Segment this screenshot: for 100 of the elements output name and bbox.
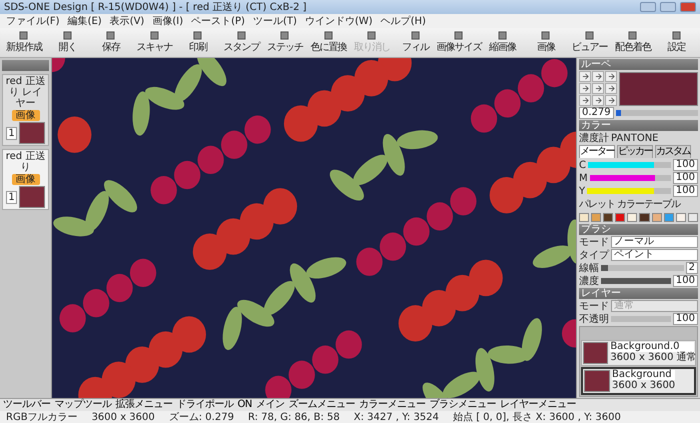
nav-button[interactable] (605, 95, 617, 106)
color-swatch[interactable] (664, 212, 674, 222)
bottom-toolbar-button[interactable]: ツールバー (3, 400, 50, 410)
toolbar-button[interactable]: 画像サイズ (437, 28, 480, 57)
menu-item[interactable]: 画像(I) (152, 14, 184, 28)
nav-button[interactable] (592, 95, 604, 106)
color-swatch[interactable] (639, 212, 650, 222)
color-swatch[interactable] (591, 212, 602, 222)
channel-label: C (579, 160, 586, 170)
field-label: 不透明 (579, 314, 609, 324)
toolbar-button[interactable]: 印刷 (176, 28, 220, 57)
document-card[interactable]: red 正送り 画像 1 (2, 149, 49, 210)
brush-slider-fill[interactable] (601, 278, 671, 284)
arrow-icon (582, 85, 588, 92)
toolbar-button[interactable]: 新規作成 (2, 28, 46, 57)
nav-button[interactable] (592, 83, 604, 94)
bottom-toolbar-button[interactable]: マップツール (54, 400, 112, 410)
zoom-field[interactable]: 0.279 (579, 107, 614, 119)
bottom-toolbar-button[interactable]: ズームメニュー (288, 400, 355, 410)
field-label: モード (579, 300, 609, 312)
arrow-icon (608, 73, 614, 80)
value-field[interactable]: 100 (672, 313, 698, 325)
densitometer-label[interactable]: 濃度計 (579, 132, 609, 144)
toolbar-button[interactable]: スキャナ (132, 28, 176, 57)
square-icon (193, 31, 202, 40)
color-tab[interactable]: メーター (579, 145, 615, 158)
channel-value-field[interactable]: 100 (672, 185, 698, 197)
channel-value-field[interactable]: 100 (672, 159, 698, 171)
nav-button[interactable] (605, 83, 617, 94)
layer-name: Background (612, 370, 676, 380)
nav-button[interactable] (579, 71, 591, 82)
toolbar-button[interactable]: 保存 (89, 28, 132, 57)
color-table-label[interactable]: カラーテーブル (617, 198, 680, 210)
palette-label[interactable]: パレット (579, 198, 615, 210)
color-swatch[interactable] (579, 212, 590, 222)
color-swatch[interactable] (615, 212, 626, 222)
document-type-tag: 画像 (12, 174, 40, 185)
toolbar-button[interactable]: フィル (394, 28, 437, 57)
channel-label: Y (579, 186, 586, 196)
document-card[interactable]: red 正送り レイヤー 画像 1 (2, 74, 49, 146)
bottom-toolbar-button[interactable]: ドライポール (176, 400, 234, 410)
color-swatch[interactable] (627, 212, 638, 222)
channel-value-field[interactable]: 100 (672, 172, 698, 184)
dropdown[interactable]: ノーマル (611, 236, 698, 248)
page-number: 1 (6, 190, 17, 204)
menu-item[interactable]: ファイル(F) (6, 14, 60, 28)
bottom-toolbar-button[interactable]: レイヤーメニュー (500, 400, 576, 410)
menu-item[interactable]: 表示(V) (110, 14, 144, 28)
square-icon (62, 31, 72, 40)
arrow-icon (608, 97, 614, 104)
menu-item[interactable]: ペースト(P) (191, 14, 245, 28)
toolbar-button[interactable]: ビュアー (568, 28, 611, 57)
square-icon (106, 31, 116, 40)
bottom-toolbar-button[interactable]: ON (238, 400, 252, 410)
toolbar-button[interactable]: 縮画像 (480, 28, 524, 57)
layer-item[interactable]: Background.0 3600 x 3600 通常 (581, 340, 696, 366)
bottom-toolbar-button[interactable]: メイン (256, 400, 284, 410)
document-name: red 正送り (4, 151, 46, 173)
arrow-icon (582, 73, 588, 80)
thumbnail-placeholder (18, 186, 45, 208)
toolbar-button[interactable]: ステッチ (263, 28, 306, 57)
layer-item[interactable]: Background 3600 x 3600 (581, 367, 696, 395)
brush-slider-fill[interactable] (601, 265, 608, 271)
color-swatch[interactable] (688, 212, 698, 222)
nav-button[interactable] (579, 95, 591, 106)
layer-size: 3600 x 3600 (610, 352, 674, 363)
zoom-slider-fill[interactable] (616, 110, 621, 116)
library-label[interactable]: PANTONE (611, 132, 658, 144)
nav-button[interactable] (605, 71, 617, 82)
arrow-icon (608, 85, 614, 92)
nav-button[interactable] (592, 71, 604, 82)
toolbar-button[interactable]: 配色着色 (611, 28, 654, 57)
minimize-button[interactable] (640, 2, 656, 12)
close-button[interactable] (680, 2, 696, 12)
document-name: red 正送り レイヤー (4, 76, 46, 109)
toolbar-button[interactable]: スタンプ (220, 28, 263, 57)
square-icon (150, 31, 159, 40)
color-swatch[interactable] (652, 212, 662, 222)
value-field[interactable]: 100 (672, 275, 698, 287)
bottom-toolbar-button[interactable]: ブラシメニュー (429, 400, 496, 410)
value-field[interactable]: 2 (686, 262, 698, 274)
color-swatch[interactable] (603, 212, 614, 222)
menu-item[interactable]: ヘルプ(H) (380, 14, 426, 28)
nav-button[interactable] (579, 83, 591, 94)
color-tab[interactable]: ピッカー (617, 145, 653, 158)
toolbar-button[interactable]: 開く (46, 28, 89, 57)
color-tab[interactable]: カスタム (655, 145, 691, 158)
toolbar-button[interactable]: 設定 (654, 28, 698, 57)
color-swatch[interactable] (676, 212, 686, 222)
maximize-button[interactable] (660, 2, 676, 12)
dropdown[interactable]: ペイント (611, 249, 698, 261)
toolbar-button[interactable]: 色に置換 (306, 28, 350, 57)
menu-item[interactable]: ウインドウ(W) (304, 14, 373, 28)
bottom-toolbar-button[interactable]: 拡張メニュー (116, 400, 172, 410)
menu-item[interactable]: 編集(E) (68, 14, 102, 28)
toolbar-button[interactable]: 画像 (524, 28, 568, 57)
square-icon (628, 31, 638, 40)
menu-item[interactable]: ツール(T) (252, 14, 297, 28)
panel-header-bar (2, 60, 49, 71)
bottom-toolbar-button[interactable]: カラーメニュー (358, 400, 426, 410)
